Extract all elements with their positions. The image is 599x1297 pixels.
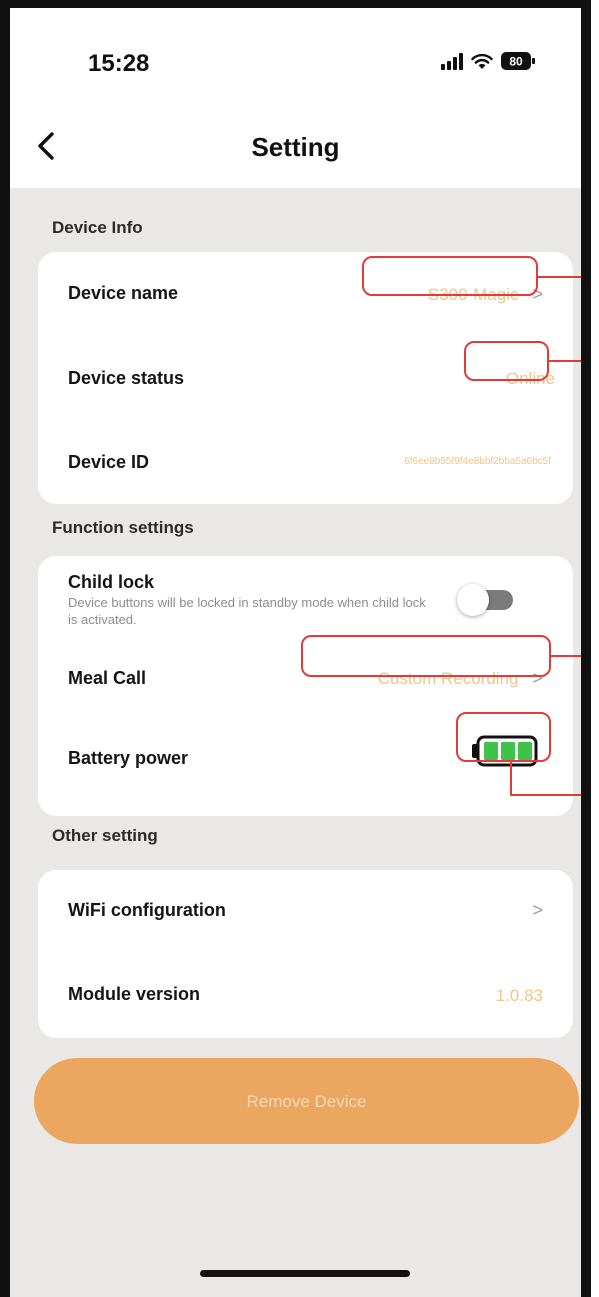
device-name-label: Device name — [68, 283, 179, 303]
child-lock-label: Child lock — [68, 572, 155, 592]
wifi-configuration-label: WiFi configuration — [68, 900, 226, 920]
device-id-value: 6f6ee8b55f9f4e8bbf2bba5a6bc5f — [404, 456, 551, 467]
device-id-label: Device ID — [68, 452, 150, 472]
annotation-line — [510, 762, 512, 796]
module-version-label: Module version — [68, 984, 201, 1004]
battery-power-label: Battery power — [68, 748, 189, 768]
chevron-right-icon: > — [532, 900, 543, 920]
annotation-box-battery — [456, 712, 551, 762]
page-title: Setting — [251, 132, 340, 162]
status-bar: 15:28 80 — [10, 8, 581, 98]
other-setting-card: WiFi configuration > Module version 1.0.… — [38, 870, 573, 1038]
function-settings-card: Child lock Device buttons will be locked… — [38, 556, 573, 816]
annotation-box-meal-call — [301, 635, 551, 677]
status-battery-level: 80 — [509, 55, 523, 69]
nav-bar: Setting — [10, 108, 581, 188]
annotation-box-device-name — [362, 256, 538, 296]
annotation-line — [538, 276, 581, 278]
section-title-function-settings: Function settings — [52, 518, 194, 537]
annotation-line — [551, 655, 581, 657]
wifi-configuration-value: > — [518, 900, 543, 921]
wifi-configuration-row[interactable]: WiFi configuration > — [38, 870, 573, 954]
signal-icon — [441, 52, 463, 70]
status-icons: 80 — [441, 52, 535, 70]
home-indicator — [200, 1270, 410, 1277]
child-lock-toggle[interactable] — [457, 584, 513, 616]
module-version-row: Module version 1.0.83 — [38, 954, 573, 1038]
phone-frame: 15:28 80 Setting Device Info Device name… — [0, 0, 591, 1297]
wifi-icon — [471, 53, 493, 70]
toggle-knob — [457, 584, 489, 616]
status-time: 15:28 — [88, 50, 150, 77]
annotation-box-device-status — [464, 341, 549, 381]
module-version-value: 1.0.83 — [495, 986, 543, 1005]
child-lock-description: Device buttons will be locked in standby… — [68, 595, 426, 627]
status-battery-icon: 80 — [501, 52, 535, 70]
section-title-other-setting: Other setting — [52, 826, 158, 845]
annotation-line — [510, 794, 581, 796]
annotation-line — [549, 360, 581, 362]
section-title-device-info: Device Info — [52, 218, 143, 237]
device-id-row: Device ID 6f6ee8b55f9f4e8bbf2bba5a6bc5f — [38, 420, 573, 504]
meal-call-label: Meal Call — [68, 668, 147, 688]
remove-device-button[interactable]: Remove Device — [34, 1058, 579, 1144]
device-status-label: Device status — [68, 368, 185, 388]
